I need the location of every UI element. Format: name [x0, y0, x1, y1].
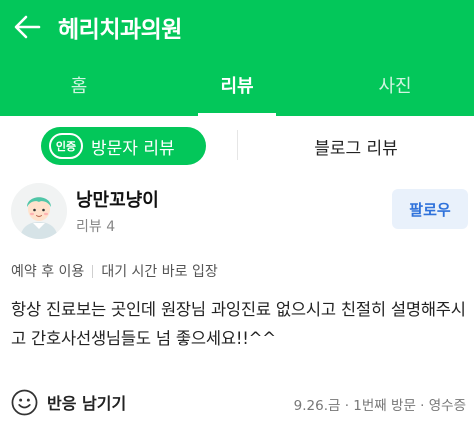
tab-photos[interactable]: 사진: [316, 54, 474, 116]
review-footer: 반응 남기기 9.26.금 · 1번째 방문 · 영수증: [0, 384, 474, 420]
visitor-review-label: 방문자 리뷰: [91, 138, 175, 159]
visitor-review-tab[interactable]: 인증 방문자 리뷰: [41, 127, 206, 165]
tab-bar: 홈 리뷰 사진: [0, 54, 474, 116]
react-label: 반응 남기기: [47, 394, 127, 413]
avatar-icon: [11, 183, 67, 239]
review-author: 낭만꼬냥이 리뷰 4 팔로우: [0, 176, 474, 246]
page-title: 헤리치과의원: [58, 17, 182, 43]
back-button[interactable]: [12, 11, 44, 43]
blog-review-tab[interactable]: 블로그 리뷰: [238, 127, 474, 165]
tab-home[interactable]: 홈: [0, 54, 158, 116]
app-header: 헤리치과의원 홈 리뷰 사진: [0, 0, 474, 116]
review-body: 항상 진료보는 곳인데 원장님 과잉진료 없으시고 친절히 설명해주시고 간호사…: [11, 300, 466, 348]
review-type-tabs: 인증 방문자 리뷰 블로그 리뷰: [0, 116, 474, 176]
author-avatar[interactable]: [11, 183, 67, 239]
tag-reservation: 예약 후 이용: [11, 264, 85, 280]
tag-wait-time: 대기 시간 바로 입장: [101, 264, 218, 280]
top-bar: 헤리치과의원: [0, 0, 474, 54]
tab-reviews[interactable]: 리뷰: [158, 54, 316, 116]
visit-info: 9.26.금 · 1번째 방문 · 영수증: [293, 398, 466, 414]
back-arrow-icon: [14, 15, 41, 39]
follow-button[interactable]: 팔로우: [392, 189, 468, 229]
react-button[interactable]: 반응 남기기: [11, 388, 126, 416]
certified-badge: 인증: [49, 133, 83, 159]
smile-icon: [11, 389, 38, 415]
tag-separator: [92, 264, 94, 278]
visit-tags: 예약 후 이용 대기 시간 바로 입장: [11, 261, 218, 281]
author-review-count: 리뷰 4: [76, 219, 116, 235]
author-nickname[interactable]: 낭만꼬냥이: [76, 186, 159, 212]
